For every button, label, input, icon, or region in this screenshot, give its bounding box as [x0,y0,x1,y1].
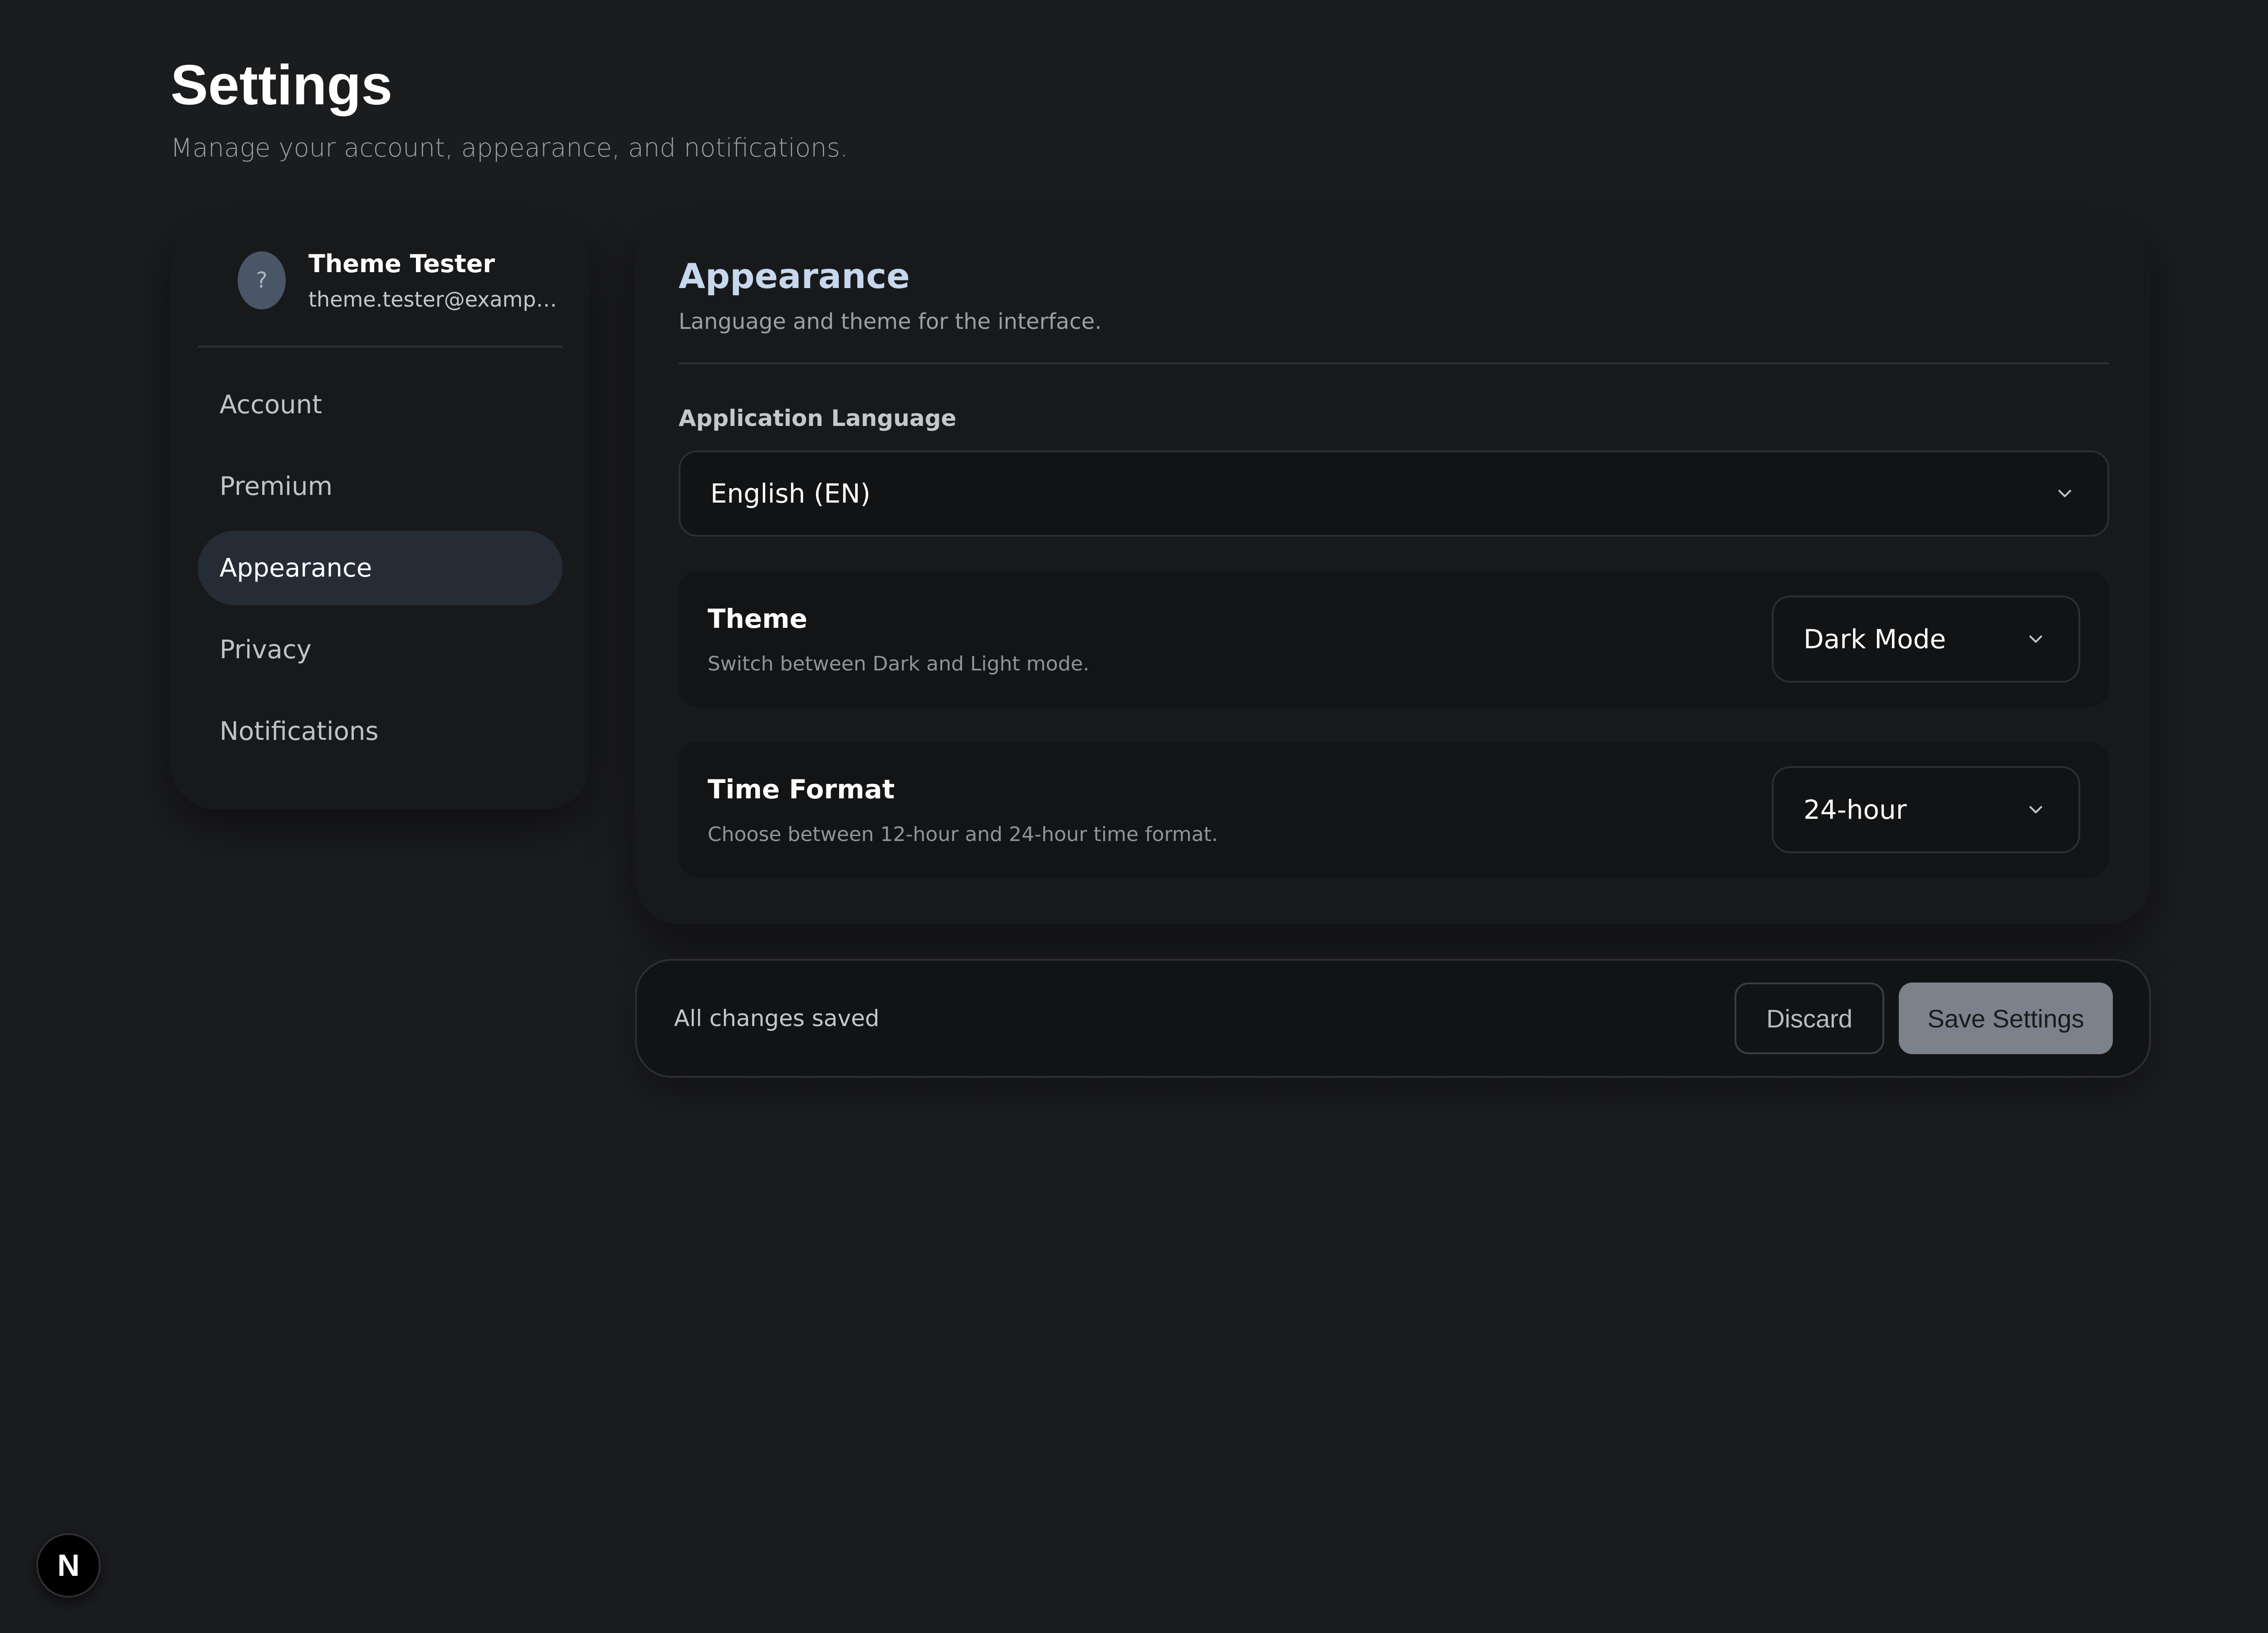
save-status: All changes saved [674,1005,880,1032]
sidebar-item-premium[interactable]: Premium [198,449,562,523]
chevron-down-icon [2029,806,2042,813]
time-format-setting-row: Time Format Choose between 12-hour and 2… [679,742,2109,878]
profile-name: Theme Tester [308,249,495,278]
nextjs-badge-label: N [57,1548,80,1583]
time-format-select-value: 24-hour [1804,794,1907,825]
language-select[interactable]: English (EN) [679,450,2109,537]
language-label: Application Language [679,405,957,431]
section-divider [679,362,2109,364]
avatar: ? [238,251,286,309]
time-format-select[interactable]: 24-hour [1772,766,2080,853]
language-select-value: English (EN) [710,478,871,509]
theme-description: Switch between Dark and Light mode. [708,652,1090,675]
time-format-description: Choose between 12-hour and 24-hour time … [708,822,1218,846]
page-header: Settings Manage your account, appearance… [171,54,848,163]
chevron-down-icon [2029,636,2042,643]
settings-sidebar: ? Theme Tester theme.tester@example.com … [171,215,590,809]
discard-button[interactable]: Discard [1735,983,1884,1054]
save-actions: Discard Save Settings [1735,983,2113,1054]
time-format-title: Time Format [708,773,895,805]
appearance-panel: Appearance Language and theme for the in… [635,215,2151,924]
time-format-setting-text: Time Format Choose between 12-hour and 2… [708,774,1218,846]
save-bar: All changes saved Discard Save Settings [635,959,2151,1078]
page-title: Settings [171,54,393,117]
profile-email: theme.tester@example.com [308,287,562,312]
sidebar-item-notifications[interactable]: Notifications [198,694,562,768]
section-subtitle: Language and theme for the interface. [679,309,1102,334]
profile-summary: ? Theme Tester theme.tester@example.com [198,215,562,347]
page-subtitle: Manage your account, appearance, and not… [171,133,848,163]
theme-select[interactable]: Dark Mode [1772,596,2080,683]
section-title: Appearance [679,256,910,296]
save-settings-button[interactable]: Save Settings [1899,983,2113,1054]
chevron-down-icon [2058,490,2071,497]
theme-setting-row: Theme Switch between Dark and Light mode… [679,571,2109,707]
theme-setting-text: Theme Switch between Dark and Light mode… [708,603,1089,675]
theme-select-value: Dark Mode [1804,624,1946,655]
sidebar-item-appearance[interactable]: Appearance [198,531,562,605]
profile-text: Theme Tester theme.tester@example.com [308,249,562,312]
nextjs-icon[interactable]: N [36,1533,101,1598]
theme-title: Theme [708,603,807,634]
sidebar-item-account[interactable]: Account [198,367,562,442]
sidebar-item-privacy[interactable]: Privacy [198,612,562,687]
settings-nav: Account Premium Appearance Privacy Notif… [198,367,562,768]
